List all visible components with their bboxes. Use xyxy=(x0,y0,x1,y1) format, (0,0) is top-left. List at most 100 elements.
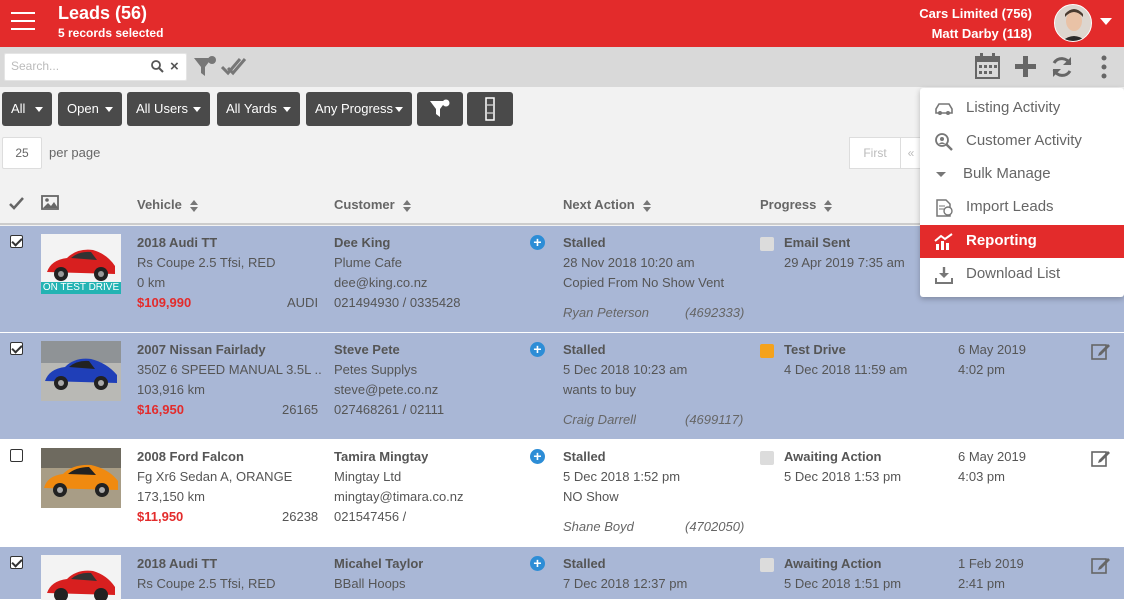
customer-email[interactable]: dee@king.co.nz xyxy=(334,273,427,293)
clear-search-icon[interactable]: × xyxy=(170,58,179,75)
yards-filter[interactable]: All Yards xyxy=(217,92,300,126)
progress-status: Email Sent xyxy=(784,235,851,250)
vehicle-spec: Rs Coupe 2.5 Tfsi, RED xyxy=(137,576,276,591)
add-action-icon[interactable]: + xyxy=(530,556,545,571)
toolbar: × xyxy=(0,47,1124,87)
edit-icon[interactable] xyxy=(1091,342,1111,360)
stock-number: 26238 xyxy=(282,509,319,524)
add-action-icon[interactable]: + xyxy=(530,235,545,250)
vehicle-thumbnail[interactable] xyxy=(41,448,121,508)
car-icon xyxy=(935,103,953,115)
customer-email[interactable]: mingtay@timara.co.nz xyxy=(334,487,464,507)
company-name: Cars Limited (756) xyxy=(919,6,1032,21)
menu-item-download-list[interactable]: Download List xyxy=(920,258,1124,291)
edit-icon[interactable] xyxy=(1091,556,1111,574)
status-filter[interactable]: All xyxy=(2,92,52,126)
refresh-icon[interactable] xyxy=(1050,55,1074,79)
customer-name[interactable]: Tamira Mingtay xyxy=(334,447,428,467)
assigned-agent: Ryan Peterson xyxy=(563,305,649,320)
lead-id: (4699117) xyxy=(685,412,744,427)
menu-item-customer-activity[interactable]: Customer Activity xyxy=(920,125,1124,158)
progress-indicator xyxy=(760,558,774,572)
next-action-column-header[interactable]: Next Action xyxy=(563,197,651,212)
more-options-icon[interactable] xyxy=(1100,55,1108,79)
last-contact-date: 6 May 2019 xyxy=(958,342,1026,357)
customer-company: BBall Hoops xyxy=(334,576,406,591)
select-all-check-icon[interactable] xyxy=(9,197,24,210)
customer-name[interactable]: Steve Pete xyxy=(334,340,400,360)
users-filter[interactable]: All Users xyxy=(127,92,210,126)
last-contact-time: 4:02 pm xyxy=(958,362,1005,377)
vehicle-spec: Fg Xr6 Sedan A, ORANGE xyxy=(137,469,293,484)
page-title: Leads (56) xyxy=(58,3,148,23)
next-action-header-label: Next Action xyxy=(563,197,635,212)
progress-date: 5 Dec 2018 1:53 pm xyxy=(784,469,902,484)
prev-page-button[interactable]: « xyxy=(900,137,922,169)
row-checkbox[interactable] xyxy=(10,235,23,248)
menu-item-bulk-manage[interactable]: Bulk Manage xyxy=(920,158,1124,191)
progress-date: 5 Dec 2018 1:51 pm xyxy=(784,576,902,591)
menu-item-import-leads[interactable]: Import Leads xyxy=(920,191,1124,224)
open-filter[interactable]: Open xyxy=(58,92,122,126)
avatar[interactable] xyxy=(1054,4,1092,42)
action-status: Stalled xyxy=(563,235,606,250)
table-row[interactable]: 2018 Audi TT Rs Coupe 2.5 Tfsi, RED Mica… xyxy=(0,547,1124,600)
table-row[interactable]: 2007 Nissan Fairlady 350Z 6 SPEED MANUAL… xyxy=(0,333,1124,440)
add-icon[interactable] xyxy=(1015,56,1036,77)
status-filter-label: All xyxy=(11,101,26,116)
table-row[interactable]: 2008 Ford Falcon Fg Xr6 Sedan A, ORANGE … xyxy=(0,440,1124,547)
lead-id: (4692333) xyxy=(685,305,745,320)
row-checkbox[interactable] xyxy=(10,556,23,569)
action-date: 7 Dec 2018 12:37 pm xyxy=(563,576,688,591)
search-field[interactable]: × xyxy=(4,53,187,81)
per-page-label: per page xyxy=(49,145,101,160)
edit-icon[interactable] xyxy=(1091,449,1111,467)
vehicle-name[interactable]: 2008 Ford Falcon xyxy=(137,447,244,467)
advanced-filter-button[interactable] xyxy=(417,92,463,126)
customer-column-header[interactable]: Customer xyxy=(334,197,411,212)
progress-status: Test Drive xyxy=(784,342,846,357)
menu-item-label: Customer Activity xyxy=(966,132,1082,149)
vehicle-spec: 350Z 6 SPEED MANUAL 3.5L ... xyxy=(137,362,321,377)
menu-item-listing-activity[interactable]: Listing Activity xyxy=(920,92,1124,125)
vehicle-name[interactable]: 2007 Nissan Fairlady xyxy=(137,340,266,360)
caret-down-icon xyxy=(936,172,946,177)
menu-item-reporting[interactable]: Reporting xyxy=(920,225,1124,258)
customer-name[interactable]: Dee King xyxy=(334,233,390,253)
add-action-icon[interactable]: + xyxy=(530,342,545,357)
sort-icon xyxy=(402,199,411,212)
vehicle-name[interactable]: 2018 Audi TT xyxy=(137,233,217,253)
import-file-icon xyxy=(936,199,953,217)
account-dropdown-icon[interactable] xyxy=(1100,18,1112,25)
columns-icon xyxy=(485,97,495,121)
filter-settings-icon[interactable] xyxy=(192,54,218,80)
row-checkbox[interactable] xyxy=(10,449,23,462)
first-page-button[interactable]: First xyxy=(849,137,901,169)
vehicle-thumbnail[interactable] xyxy=(41,555,121,600)
vehicle-price: $109,990 xyxy=(137,295,192,310)
vehicle-km: 173,150 km xyxy=(137,489,205,504)
download-icon xyxy=(935,267,953,284)
hamburger-menu-icon[interactable] xyxy=(11,12,35,34)
account-info[interactable]: Cars Limited (756) Matt Darby (118) xyxy=(919,4,1032,44)
vehicle-header-label: Vehicle xyxy=(137,197,182,212)
search-input[interactable] xyxy=(11,59,141,73)
customer-email[interactable]: steve@pete.co.nz xyxy=(334,380,438,400)
chart-icon xyxy=(934,233,953,250)
vehicle-thumbnail[interactable] xyxy=(41,341,121,401)
search-icon[interactable] xyxy=(151,60,164,73)
vehicle-name[interactable]: 2018 Audi TT xyxy=(137,554,217,574)
customer-company: Plume Cafe xyxy=(334,255,402,270)
progress-filter-label: Any Progress xyxy=(315,101,394,116)
columns-button[interactable] xyxy=(467,92,513,126)
per-page-input[interactable]: 25 xyxy=(2,137,42,169)
customer-name[interactable]: Micahel Taylor xyxy=(334,554,423,574)
progress-filter[interactable]: Any Progress xyxy=(306,92,412,126)
row-checkbox[interactable] xyxy=(10,342,23,355)
assigned-agent: Shane Boyd xyxy=(563,519,634,534)
double-check-icon[interactable] xyxy=(221,54,247,80)
vehicle-column-header[interactable]: Vehicle xyxy=(137,197,198,212)
progress-column-header[interactable]: Progress xyxy=(760,197,833,212)
calendar-icon[interactable] xyxy=(975,53,1000,79)
add-action-icon[interactable]: + xyxy=(530,449,545,464)
